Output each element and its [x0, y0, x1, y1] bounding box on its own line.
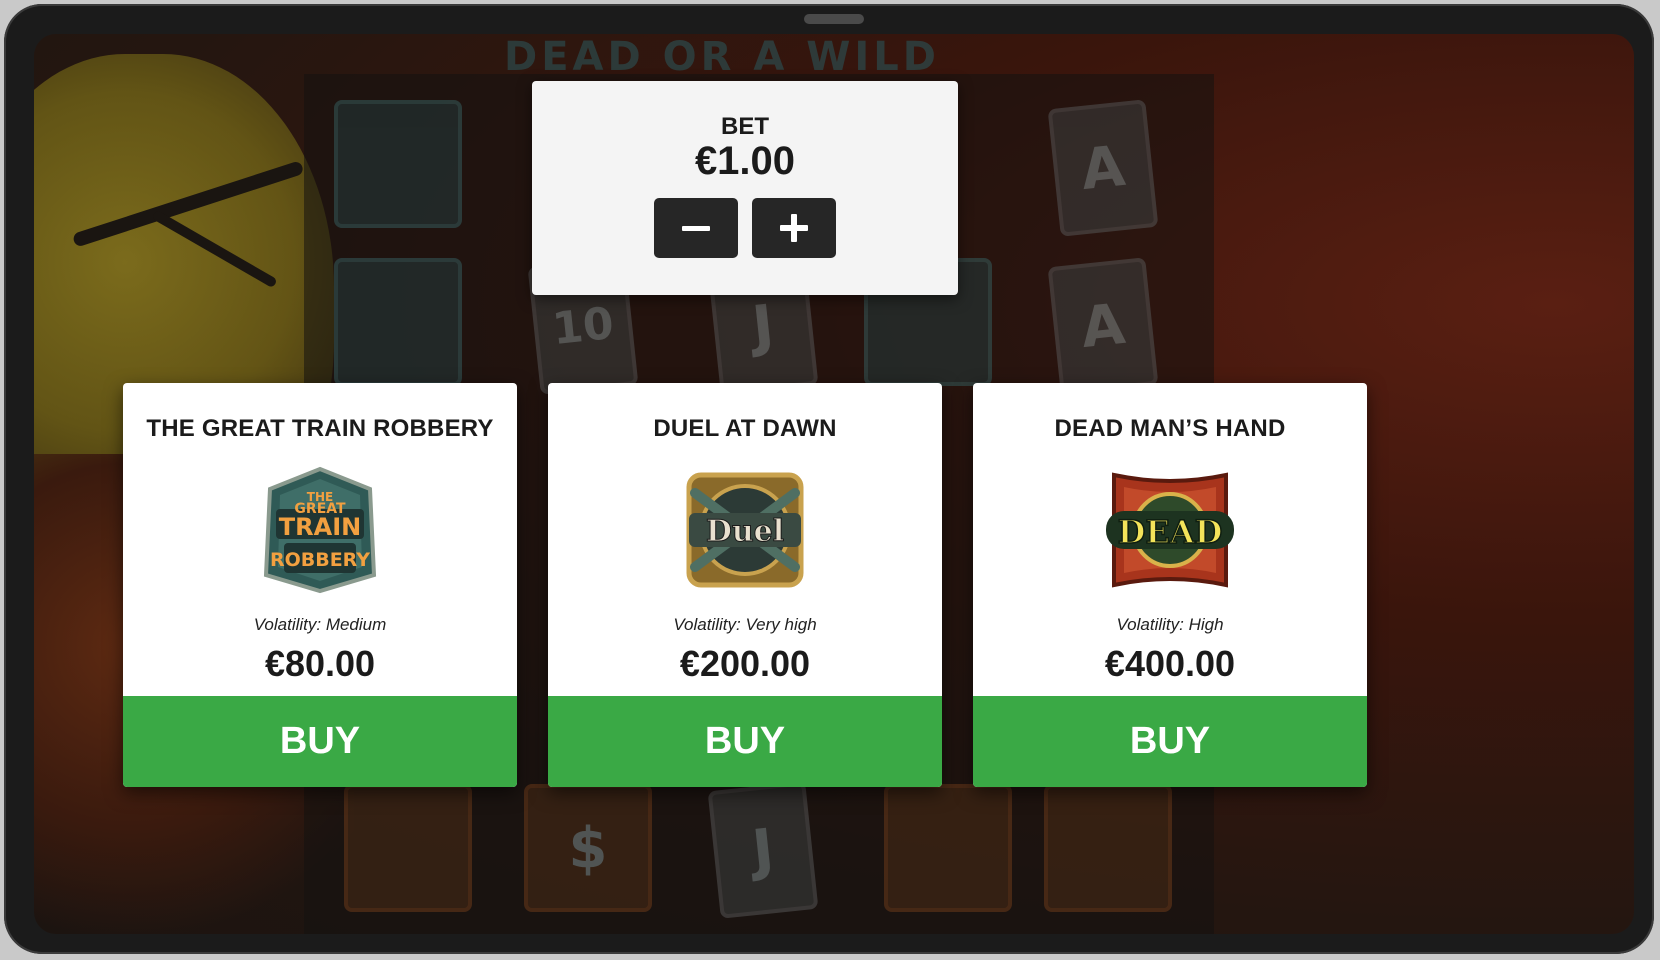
volatility-label: Volatility: High [1116, 615, 1224, 634]
feature-price: €80.00 [264, 643, 376, 684]
train-robbery-badge-icon: THE GREAT TRAIN ROBBERY [263, 466, 377, 594]
logo-text-robbery: ROBBERY [270, 549, 370, 571]
duel-badge-icon: Duel [686, 472, 804, 588]
plus-icon [780, 214, 808, 242]
reel-symbol-dollar: $ [524, 784, 652, 912]
decrease-bet-button[interactable] [654, 198, 738, 258]
reel-symbol-skull [334, 258, 462, 386]
increase-bet-button[interactable] [752, 198, 836, 258]
reel-symbol-card: A [1047, 99, 1159, 237]
logo-text-train: TRAIN [279, 513, 361, 541]
card-letter: A [1078, 133, 1128, 203]
dead-badge-icon: DEAD [1106, 472, 1234, 588]
reel-symbol-bandana [1044, 784, 1172, 912]
reel-symbol-skull [334, 100, 462, 228]
dollar-glyph: $ [568, 815, 608, 881]
feature-card-duel-at-dawn: DUEL AT DAWN Duel Volatility: Very high … [548, 383, 942, 787]
volatility-label: Volatility: Very high [673, 615, 817, 634]
bet-panel: BET €1.00 [532, 81, 958, 295]
buy-button-duel-at-dawn[interactable]: BUY [548, 696, 942, 787]
buy-button-dead-mans-hand[interactable]: BUY [973, 696, 1367, 787]
volatility-label: Volatility: Medium [253, 615, 387, 634]
feature-card-train-robbery: THE GREAT TRAIN ROBBERY THE GREAT TRAIN … [123, 383, 517, 787]
game-logo: DEAD OR A WILD [504, 34, 940, 80]
reel-symbol-bandana [884, 784, 1012, 912]
feature-price: €400.00 [1104, 643, 1236, 684]
feature-title: DEAD MAN’S HAND [1054, 415, 1286, 442]
card-letter: J [749, 816, 777, 884]
feature-title: DUEL AT DAWN [653, 415, 837, 442]
buy-button-train-robbery[interactable]: BUY [123, 696, 517, 787]
bet-value: €1.00 [694, 139, 796, 183]
bet-label: BET [721, 113, 769, 140]
minus-icon [682, 225, 710, 231]
feature-title: THE GREAT TRAIN ROBBERY [146, 415, 494, 442]
feature-card-dead-mans-hand: DEAD MAN’S HAND DEAD Volatility: High €4… [973, 383, 1367, 787]
reel-symbol-card: J [707, 781, 819, 919]
reel-symbol-card: A [1047, 257, 1159, 395]
device-frame: DEAD OR A WILD A A 10 J $ J BET €1.00 TH… [4, 4, 1654, 954]
logo-text-dead: DEAD [1118, 513, 1223, 551]
logo-text-duel: Duel [706, 514, 784, 549]
device-notch [804, 14, 864, 24]
card-letter: A [1078, 291, 1128, 361]
feature-price: €200.00 [679, 643, 811, 684]
reel-symbol-whiskey [344, 784, 472, 912]
